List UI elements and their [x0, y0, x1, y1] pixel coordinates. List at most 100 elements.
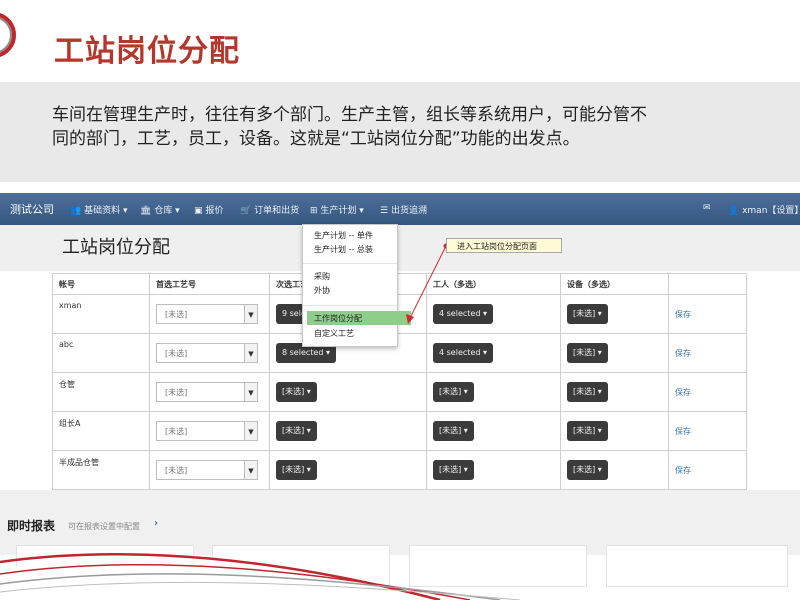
- workers-cell: [未选] ▾: [426, 372, 561, 412]
- col-action: [668, 273, 747, 295]
- nav-label: 订单和出货: [254, 206, 300, 216]
- nav-label: 基础资料 ▾: [84, 206, 128, 216]
- user-menu[interactable]: 👤 xman【设置】▾: [728, 203, 800, 216]
- save-link[interactable]: 保存: [675, 466, 691, 475]
- secondary-process-multiselect[interactable]: [未选] ▾: [276, 460, 317, 480]
- equipment-multiselect[interactable]: [未选] ▾: [567, 343, 608, 363]
- primary-cell: [未选] ▼: [149, 450, 270, 490]
- menu-item-station-assignment[interactable]: 工作岗位分配: [314, 313, 362, 324]
- callout-arrow: [406, 243, 449, 324]
- workers-cell: 4 selected ▾: [426, 333, 561, 373]
- save-link[interactable]: 保存: [675, 427, 691, 436]
- secondary-process-multiselect[interactable]: [未选] ▾: [276, 421, 317, 441]
- select-value: [未选]: [165, 427, 188, 436]
- nav-orders[interactable]: 🛒 订单和出货: [240, 203, 299, 216]
- menu-item-custom-process[interactable]: 自定义工艺: [314, 328, 354, 339]
- table-row: 仓管 [未选] ▼ [未选] ▾ [未选] ▾ [未选] ▾ 保存: [52, 372, 747, 412]
- secondary-cell: [未选] ▾: [269, 411, 427, 451]
- secondary-process-multiselect[interactable]: [未选] ▾: [276, 382, 317, 402]
- primary-process-select[interactable]: [未选] ▼: [156, 421, 258, 441]
- intro-line-1: 车间在管理生产时，往往有多个部门。生产主管，组长等系统用户，可能分管不: [52, 105, 647, 125]
- user-icon: 👤: [728, 206, 740, 216]
- account-cell: abc: [52, 333, 150, 373]
- equipment-multiselect[interactable]: [未选] ▾: [567, 421, 608, 441]
- nav-label: 仓库 ▾: [154, 206, 180, 216]
- col-primary-process: 首选工艺号: [149, 273, 270, 295]
- primary-process-select[interactable]: [未选] ▼: [156, 460, 258, 480]
- mail-icon[interactable]: ✉: [703, 203, 711, 213]
- account-cell: 组长A: [52, 411, 150, 451]
- select-value: [未选]: [165, 388, 188, 397]
- production-plan-dropdown: 生产计划 -- 单件 生产计划 -- 总装 采购 外协 工作岗位分配 自定义工艺: [302, 224, 411, 347]
- primary-process-select[interactable]: [未选] ▼: [156, 304, 258, 324]
- action-cell: 保存: [668, 333, 747, 373]
- caret-down-icon: ▼: [244, 461, 257, 479]
- equipment-cell: [未选] ▾: [560, 372, 669, 412]
- workers-multiselect[interactable]: [未选] ▾: [433, 421, 474, 441]
- primary-process-select[interactable]: [未选] ▼: [156, 382, 258, 402]
- table-row: 组长A [未选] ▼ [未选] ▾ [未选] ▾ [未选] ▾ 保存: [52, 411, 747, 451]
- action-cell: 保存: [668, 294, 747, 334]
- brand-name[interactable]: 测试公司: [10, 201, 54, 217]
- equipment-multiselect[interactable]: [未选] ▾: [567, 304, 608, 324]
- menu-item-outsource[interactable]: 外协: [314, 285, 330, 296]
- save-link[interactable]: 保存: [675, 310, 691, 319]
- primary-cell: [未选] ▼: [149, 294, 270, 334]
- list-icon: ☰: [380, 206, 389, 216]
- table-row: 半成品仓管 [未选] ▼ [未选] ▾ [未选] ▾ [未选] ▾ 保存: [52, 450, 747, 490]
- caret-down-icon: ▼: [244, 383, 257, 401]
- equipment-cell: [未选] ▾: [560, 333, 669, 373]
- primary-cell: [未选] ▼: [149, 411, 270, 451]
- report-subtitle: 可在报表设置中配置: [68, 522, 140, 531]
- menu-item-purchase[interactable]: 采购: [314, 271, 330, 282]
- table-row: abc [未选] ▼ 8 selected ▾ 4 selected ▾ [未选]…: [52, 333, 747, 373]
- workers-multiselect[interactable]: [未选] ▾: [433, 382, 474, 402]
- nav-quote[interactable]: ▣ 报价: [194, 203, 223, 216]
- sitemap-icon: ⊞: [310, 206, 318, 216]
- workers-cell: [未选] ▾: [426, 411, 561, 451]
- users-icon: 👥: [70, 206, 82, 216]
- workers-multiselect[interactable]: 4 selected ▾: [433, 343, 493, 363]
- primary-process-select[interactable]: [未选] ▼: [156, 343, 258, 363]
- caret-down-icon: ▼: [244, 422, 257, 440]
- secondary-cell: [未选] ▾: [269, 450, 427, 490]
- equipment-cell: [未选] ▾: [560, 411, 669, 451]
- equipment-cell: [未选] ▾: [560, 294, 669, 334]
- nav-warehouse[interactable]: 🏛 仓库 ▾: [140, 203, 180, 216]
- col-equipment: 设备（多选）: [560, 273, 669, 295]
- caret-down-icon: ▼: [244, 305, 257, 323]
- account-cell: 半成品仓管: [52, 450, 150, 490]
- menu-divider: [303, 305, 397, 306]
- account-cell: xman: [52, 294, 150, 334]
- select-value: [未选]: [165, 349, 188, 358]
- save-link[interactable]: 保存: [675, 349, 691, 358]
- equipment-multiselect[interactable]: [未选] ▾: [567, 460, 608, 480]
- secondary-cell: [未选] ▾: [269, 372, 427, 412]
- save-link[interactable]: 保存: [675, 388, 691, 397]
- intro-line-2: 同的部门，工艺，员工，设备。这就是“工站岗位分配”功能的出发点。: [52, 129, 580, 149]
- arrow-head: [406, 314, 414, 324]
- arrow-line: [409, 245, 447, 319]
- chevron-right-icon[interactable]: ›: [154, 518, 158, 529]
- nav-basic-data[interactable]: 👥 基础资料 ▾: [70, 203, 127, 216]
- select-value: [未选]: [165, 466, 188, 475]
- nav-production-plan[interactable]: ⊞ 生产计划 ▾: [310, 203, 364, 216]
- caret-down-icon: ▼: [244, 344, 257, 362]
- nav-trace[interactable]: ☰ 出货追溯: [380, 203, 427, 216]
- callout-note: 进入工站岗位分配页面: [446, 238, 562, 253]
- menu-divider: [303, 263, 397, 264]
- report-title: 即时报表: [7, 519, 56, 533]
- swoosh-white: [0, 553, 420, 600]
- slide-title: 工站岗位分配: [54, 34, 240, 69]
- menu-item-plan-assembly[interactable]: 生产计划 -- 总装: [314, 244, 373, 255]
- menu-item-plan-single[interactable]: 生产计划 -- 单件: [314, 230, 373, 241]
- cart-icon: 🛒: [240, 206, 252, 216]
- nav-label: 报价: [205, 206, 224, 216]
- page-title: 工站岗位分配: [62, 237, 170, 258]
- equipment-multiselect[interactable]: [未选] ▾: [567, 382, 608, 402]
- nav-label: 出货追溯: [390, 206, 427, 216]
- workers-multiselect[interactable]: [未选] ▾: [433, 460, 474, 480]
- workers-cell: [未选] ▾: [426, 450, 561, 490]
- money-icon: ▣: [194, 206, 203, 216]
- account-cell: 仓管: [52, 372, 150, 412]
